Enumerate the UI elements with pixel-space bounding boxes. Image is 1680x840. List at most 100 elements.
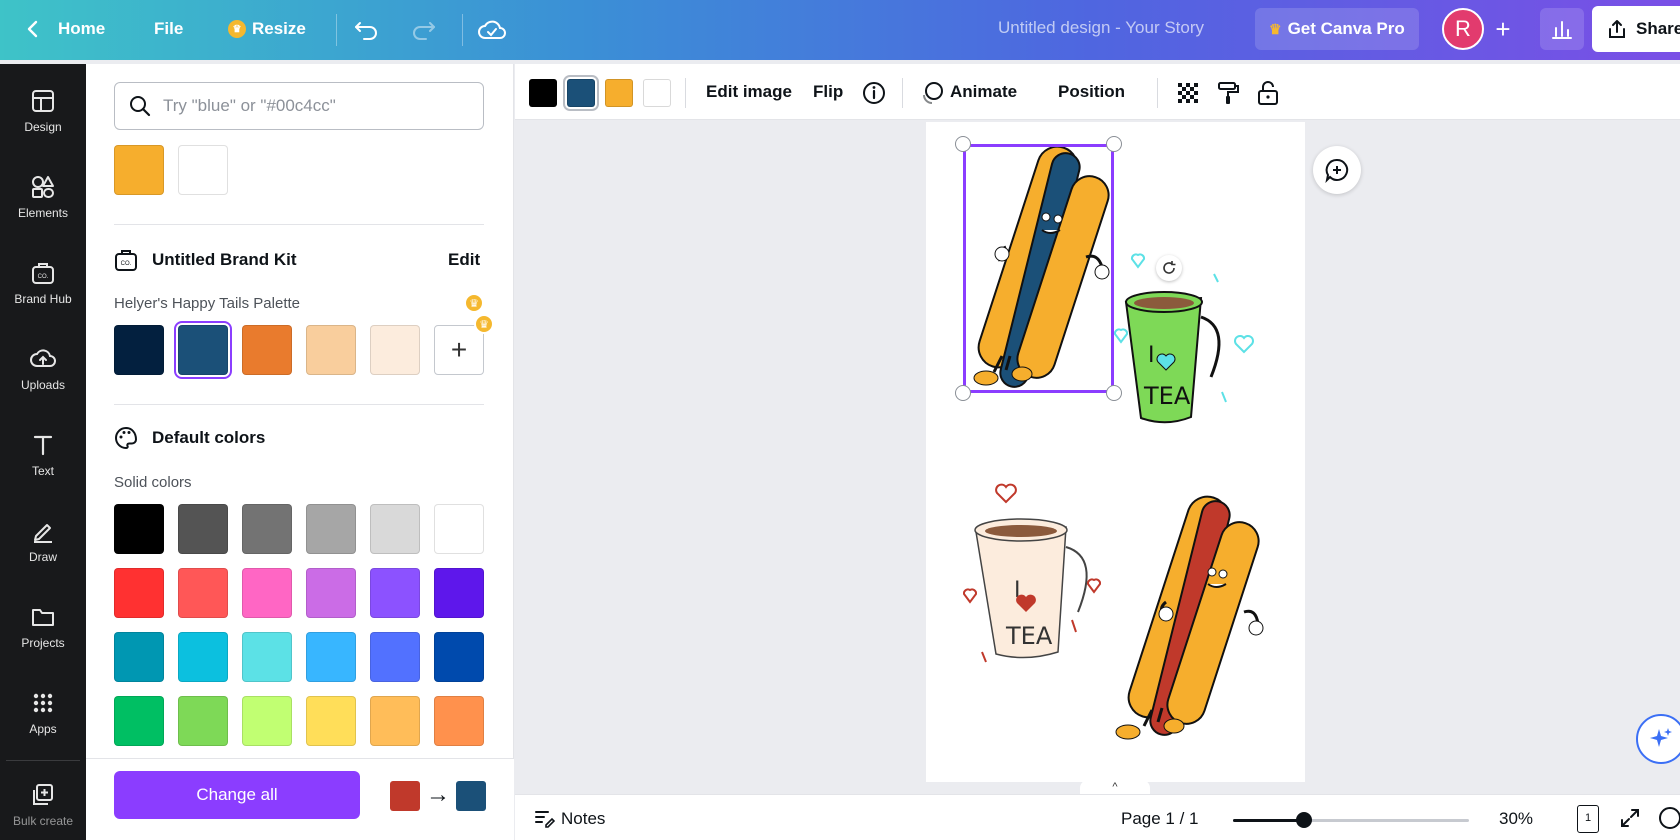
default-color-swatch[interactable]	[370, 568, 420, 618]
brand-kit-icon: CO.	[115, 250, 137, 271]
pink-tea-mug-sticker[interactable]: I TEA	[962, 483, 1102, 663]
rail-divider	[6, 760, 80, 761]
show-pages-toggle[interactable]: ^	[1080, 780, 1150, 794]
default-color-swatch[interactable]	[178, 568, 228, 618]
resize-handle-top-right[interactable]	[1106, 136, 1122, 152]
paint-roller-icon[interactable]	[1215, 80, 1241, 106]
brand-color-swatch[interactable]	[306, 325, 356, 375]
cloud-save-button[interactable]	[474, 14, 510, 46]
rail-item-design[interactable]: Design	[0, 76, 86, 146]
default-color-swatch[interactable]	[242, 568, 292, 618]
rail-item-text[interactable]: Text	[0, 420, 86, 490]
get-canva-pro-button[interactable]: ♛ Get Canva Pro	[1255, 8, 1419, 50]
info-icon[interactable]	[861, 80, 887, 106]
default-color-swatch[interactable]	[370, 696, 420, 746]
rail-item-apps[interactable]: Apps	[0, 678, 86, 748]
document-color-swatch[interactable]	[114, 145, 164, 195]
undo-button[interactable]	[350, 14, 384, 46]
brand-color-swatch[interactable]	[370, 325, 420, 375]
default-color-swatch[interactable]	[114, 696, 164, 746]
green-tea-mug-sticker[interactable]: I TEA	[1113, 253, 1254, 424]
default-color-swatch[interactable]	[434, 504, 484, 554]
unlock-icon[interactable]	[1255, 80, 1281, 106]
notes-button[interactable]: Notes	[561, 809, 605, 829]
rail-item-draw[interactable]: Draw	[0, 506, 86, 576]
default-color-swatch[interactable]	[114, 568, 164, 618]
element-color-swatch[interactable]	[643, 79, 671, 107]
resize-handle-bottom-left[interactable]	[955, 385, 971, 401]
default-color-swatch[interactable]	[306, 568, 356, 618]
svg-text:TEA: TEA	[1005, 622, 1053, 650]
animate-button[interactable]: Animate	[950, 82, 1017, 102]
default-color-swatch[interactable]	[370, 504, 420, 554]
change-all-button[interactable]: Change all	[114, 771, 360, 819]
resize-button[interactable]: ♛ Resize	[216, 9, 318, 49]
share-button[interactable]: Share	[1592, 6, 1680, 52]
default-color-swatch[interactable]	[242, 504, 292, 554]
brand-kit-edit-link[interactable]: Edit	[448, 250, 480, 270]
default-color-swatch[interactable]	[306, 632, 356, 682]
default-color-swatch[interactable]	[114, 632, 164, 682]
help-icon[interactable]	[1657, 805, 1680, 831]
crown-icon: ♛	[474, 314, 494, 334]
rotate-handle[interactable]	[1156, 255, 1182, 281]
share-upload-icon	[1609, 20, 1625, 38]
home-button[interactable]: Home	[14, 9, 117, 49]
design-title[interactable]: Untitled design - Your Story	[998, 18, 1204, 38]
crown-icon: ♛	[464, 293, 484, 313]
add-brand-color-button[interactable]: +	[434, 325, 484, 375]
resize-handle-top-left[interactable]	[955, 136, 971, 152]
default-color-swatch[interactable]	[434, 632, 484, 682]
page-indicator[interactable]: Page 1 / 1	[1121, 809, 1199, 829]
default-color-swatch[interactable]	[306, 696, 356, 746]
svg-text:I: I	[1148, 343, 1155, 368]
file-menu[interactable]: File	[142, 9, 195, 49]
selection-box	[963, 144, 1114, 393]
rail-item-projects[interactable]: Projects	[0, 592, 86, 662]
default-color-swatch[interactable]	[178, 632, 228, 682]
resize-handle-bottom-right[interactable]	[1106, 385, 1122, 401]
rail-item-uploads[interactable]: Uploads	[0, 334, 86, 404]
default-color-swatch[interactable]	[434, 568, 484, 618]
element-color-swatch[interactable]	[605, 79, 633, 107]
hotdog-sticker-red[interactable]	[1115, 491, 1264, 740]
default-color-swatch[interactable]	[114, 504, 164, 554]
default-color-swatch[interactable]	[242, 632, 292, 682]
default-color-swatch[interactable]	[178, 504, 228, 554]
color-search-input[interactable]	[163, 96, 463, 116]
brand-color-swatch[interactable]	[114, 325, 164, 375]
rail-label: Projects	[21, 636, 65, 650]
rail-item-bulk-create[interactable]: Bulk create	[0, 774, 86, 840]
flip-button[interactable]: Flip	[813, 82, 843, 102]
element-color-swatch[interactable]	[529, 79, 557, 107]
insights-button[interactable]	[1540, 8, 1584, 50]
fullscreen-icon[interactable]	[1619, 807, 1641, 829]
replace-from-swatch	[390, 781, 420, 811]
page-count-button[interactable]: 1	[1577, 805, 1599, 833]
redo-button[interactable]	[406, 14, 440, 46]
rail-item-brand-hub[interactable]: CO. Brand Hub	[0, 248, 86, 318]
default-color-swatch[interactable]	[242, 696, 292, 746]
default-colors-title: Default colors	[152, 428, 266, 447]
avatar[interactable]: R	[1442, 8, 1484, 50]
invite-plus-icon[interactable]: +	[1488, 14, 1518, 45]
brand-color-swatch[interactable]	[242, 325, 292, 375]
brand-color-swatch[interactable]	[174, 321, 232, 379]
default-color-swatch[interactable]	[434, 696, 484, 746]
element-color-swatch[interactable]	[563, 75, 599, 111]
arrow-right-icon: →	[426, 781, 450, 808]
default-color-swatch[interactable]	[178, 696, 228, 746]
default-color-swatch[interactable]	[306, 504, 356, 554]
color-search-box[interactable]	[114, 82, 484, 130]
document-color-swatch[interactable]	[178, 145, 228, 195]
add-comment-button[interactable]	[1313, 146, 1361, 194]
edit-image-button[interactable]: Edit image	[706, 82, 792, 102]
transparency-icon[interactable]	[1175, 80, 1201, 106]
default-color-swatch[interactable]	[370, 632, 420, 682]
rail-item-elements[interactable]: Elements	[0, 162, 86, 232]
zoom-slider[interactable]	[1233, 819, 1469, 822]
zoom-level[interactable]: 30%	[1499, 809, 1533, 829]
position-button[interactable]: Position	[1058, 82, 1125, 102]
zoom-slider-handle[interactable]	[1296, 812, 1312, 828]
magic-assistant-button[interactable]	[1636, 714, 1680, 764]
